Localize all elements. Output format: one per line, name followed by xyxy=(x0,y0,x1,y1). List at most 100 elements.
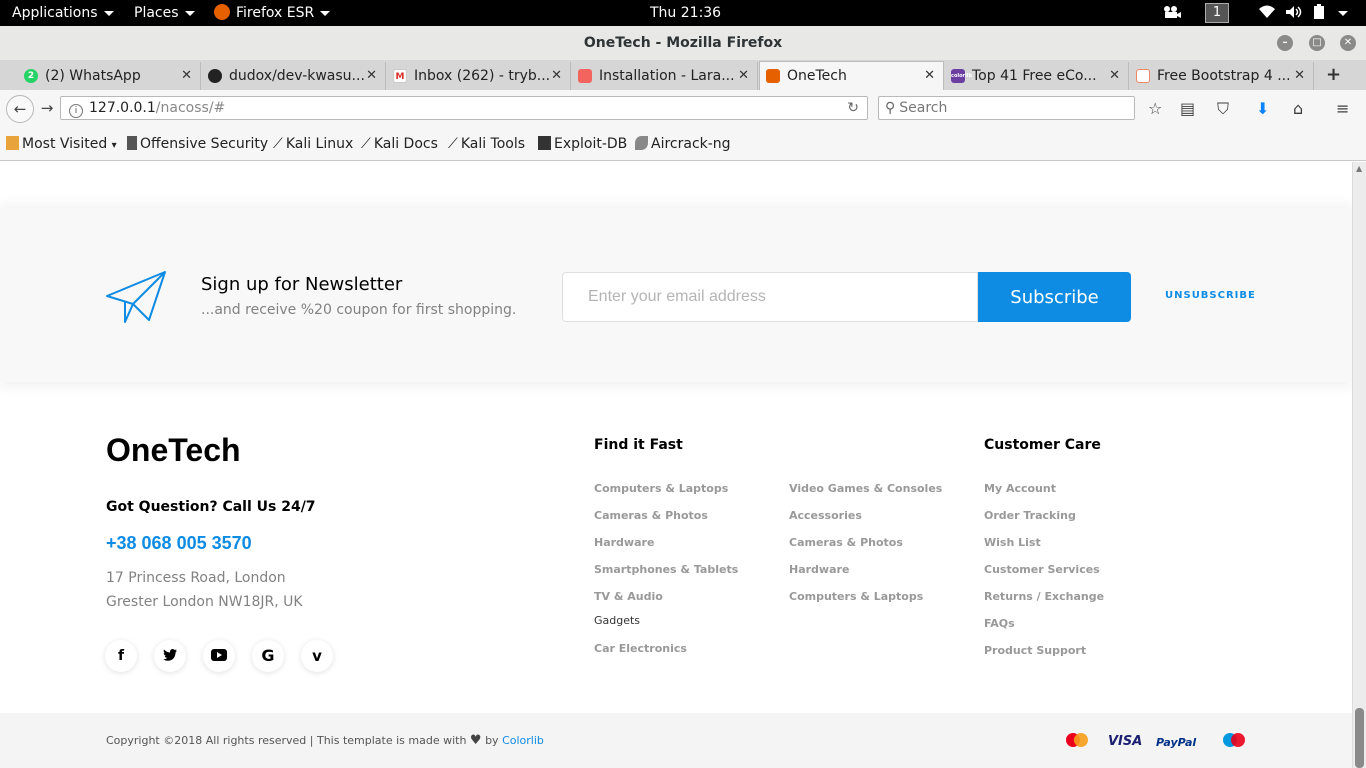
reload-icon[interactable]: ↻ xyxy=(847,97,859,119)
gmail-icon: M xyxy=(393,69,407,83)
heart-icon: ♥ xyxy=(469,733,482,748)
wifi-icon[interactable] xyxy=(1258,0,1276,26)
clock[interactable]: Thu 21:36 xyxy=(650,0,721,26)
find-link[interactable]: Cameras & Photos xyxy=(594,509,708,522)
find-link[interactable]: Hardware xyxy=(789,563,849,576)
url-bar[interactable]: i 127.0.0.1/nacoss/# ↻ xyxy=(60,96,868,120)
find-link[interactable]: Car Electronics xyxy=(594,642,687,655)
find-link[interactable]: Video Games & Consoles xyxy=(789,482,942,495)
home-icon[interactable]: ⌂ xyxy=(1293,100,1303,118)
footer-logo[interactable]: OneTech xyxy=(106,432,241,469)
twitter-icon[interactable] xyxy=(154,640,186,672)
bookmark-label: Exploit-DB xyxy=(554,136,628,152)
bootstrap-icon xyxy=(1136,69,1150,83)
bookmark-kali-docs[interactable]: ⟋ Kali Docs xyxy=(361,128,438,161)
close-icon[interactable]: ✕ xyxy=(551,62,562,90)
search-icon: ⚲ xyxy=(885,100,896,116)
close-icon[interactable]: ✕ xyxy=(924,62,935,90)
tab-laravel[interactable]: Installation - Lara... ✕ xyxy=(572,62,758,90)
info-icon[interactable]: i xyxy=(69,104,83,118)
forward-button[interactable]: → xyxy=(36,95,58,123)
care-link[interactable]: Product Support xyxy=(984,644,1086,657)
battery-icon[interactable] xyxy=(1313,0,1325,26)
bookmark-most-visited[interactable]: Most Visited ▾ xyxy=(6,128,117,161)
tab-github[interactable]: dudox/dev-kwasu... ✕ xyxy=(202,62,386,90)
minimize-button[interactable]: – xyxy=(1277,35,1293,51)
find-link[interactable]: Computers & Laptops xyxy=(789,590,923,603)
exploit-db-icon xyxy=(538,136,551,150)
pocket-icon[interactable]: ⛉ xyxy=(1217,100,1229,118)
find-link[interactable]: Accessories xyxy=(789,509,862,522)
bookmark-aircrack-ng[interactable]: Aircrack-ng xyxy=(635,128,731,161)
find-link[interactable]: TV & Audio xyxy=(594,590,663,603)
bookmark-kali-linux[interactable]: ⟋ Kali Linux xyxy=(273,128,353,161)
care-link[interactable]: Customer Services xyxy=(984,563,1100,576)
subscribe-button[interactable]: Subscribe xyxy=(978,272,1131,322)
power-menu[interactable] xyxy=(1332,0,1348,26)
newsletter-title: Sign up for Newsletter xyxy=(201,274,403,295)
youtube-icon[interactable] xyxy=(203,640,235,672)
phone-number[interactable]: +38 068 005 3570 xyxy=(106,533,252,554)
window-titlebar: OneTech - Mozilla Firefox – □ ✕ xyxy=(0,26,1366,60)
care-link[interactable]: My Account xyxy=(984,482,1056,495)
bookmark-label: Kali Tools xyxy=(460,136,526,152)
video-icon[interactable] xyxy=(1162,0,1182,26)
care-link[interactable]: FAQs xyxy=(984,617,1015,630)
places-menu[interactable]: Places xyxy=(134,0,195,26)
tab-whatsapp[interactable]: 2 (2) WhatsApp ✕ xyxy=(18,62,201,90)
close-icon[interactable]: ✕ xyxy=(738,62,749,90)
bookmark-offensive-security[interactable]: Offensive Security xyxy=(127,128,268,161)
download-icon[interactable]: ⬇ xyxy=(1256,100,1269,118)
email-field[interactable] xyxy=(562,272,978,322)
reading-list-icon[interactable]: ▤ xyxy=(1180,100,1195,118)
paper-plane-icon xyxy=(106,271,166,323)
tab-bootstrap[interactable]: Free Bootstrap 4 ... ✕ xyxy=(1130,62,1314,90)
close-icon[interactable]: ✕ xyxy=(1294,62,1305,90)
back-button[interactable]: ← xyxy=(6,95,34,123)
new-tab-button[interactable]: + xyxy=(1326,64,1341,85)
close-icon[interactable]: ✕ xyxy=(1109,62,1120,90)
find-link[interactable]: Smartphones & Tablets xyxy=(594,563,738,576)
care-link[interactable]: Wish List xyxy=(984,536,1041,549)
tab-colorlib[interactable]: colorlib Top 41 Free eCo... ✕ xyxy=(945,62,1129,90)
kali-dragon-icon: ⟋ xyxy=(448,136,458,152)
volume-icon[interactable] xyxy=(1285,0,1303,26)
close-window-button[interactable]: ✕ xyxy=(1340,35,1356,51)
menu-icon[interactable]: ≡ xyxy=(1336,100,1349,118)
google-icon[interactable]: G xyxy=(252,640,284,672)
maximize-button[interactable]: □ xyxy=(1309,35,1325,51)
care-link[interactable]: Returns / Exchange xyxy=(984,590,1104,603)
close-icon[interactable]: ✕ xyxy=(181,62,192,90)
whatsapp-icon: 2 xyxy=(24,69,38,83)
paypal-label: PayPal xyxy=(1156,736,1197,749)
workspace-indicator[interactable]: 1 xyxy=(1205,3,1229,23)
chevron-down-icon: ▾ xyxy=(111,140,117,151)
bookmark-exploit-db[interactable]: Exploit-DB xyxy=(538,128,627,161)
tab-onetech[interactable]: OneTech ✕ xyxy=(759,61,944,90)
firefox-app-menu[interactable]: Firefox ESR xyxy=(214,0,331,26)
scrollbar-thumb[interactable] xyxy=(1355,708,1364,768)
facebook-icon[interactable]: f xyxy=(105,640,137,672)
app-name-label: Firefox ESR xyxy=(236,5,315,21)
unsubscribe-link[interactable]: UNSUBSCRIBE xyxy=(1165,290,1256,301)
page-scrollbar[interactable]: ▲ xyxy=(1352,162,1366,768)
colorlib-icon: colorlib xyxy=(951,69,972,83)
search-box[interactable]: ⚲ Search xyxy=(878,96,1135,120)
vimeo-icon[interactable]: v xyxy=(301,640,333,672)
bookmark-star-icon[interactable]: ☆ xyxy=(1148,100,1162,118)
bookmark-label: Aircrack-ng xyxy=(651,136,731,152)
colorlib-link[interactable]: Colorlib xyxy=(502,734,544,747)
find-link-gadgets[interactable]: Gadgets xyxy=(594,614,640,627)
scroll-up-icon[interactable]: ▲ xyxy=(1356,164,1362,173)
find-link[interactable]: Cameras & Photos xyxy=(789,536,903,549)
tab-gmail[interactable]: M Inbox (262) - tryb... ✕ xyxy=(387,62,571,90)
find-it-fast-heading: Find it Fast xyxy=(594,437,683,453)
care-link[interactable]: Order Tracking xyxy=(984,509,1076,522)
applications-menu[interactable]: Applications xyxy=(12,0,114,26)
find-link[interactable]: Hardware xyxy=(594,536,654,549)
find-link[interactable]: Computers & Laptops xyxy=(594,482,728,495)
navigation-toolbar: ← → i 127.0.0.1/nacoss/# ↻ ⚲ Search ☆ ▤ ⛉ … xyxy=(0,90,1366,128)
close-icon[interactable]: ✕ xyxy=(366,62,377,90)
bookmark-kali-tools[interactable]: ⟋ Kali Tools xyxy=(448,128,525,161)
kali-dragon-icon: ⟋ xyxy=(273,136,283,152)
